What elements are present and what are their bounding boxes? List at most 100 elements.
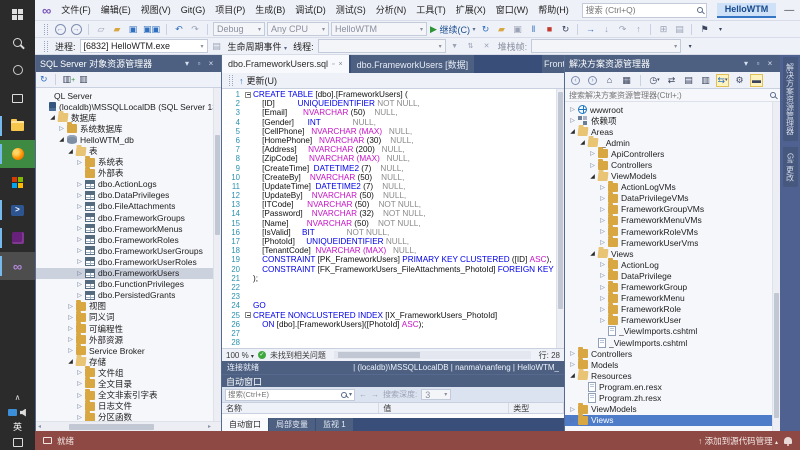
tree-item[interactable]: 外部表 bbox=[36, 168, 213, 179]
continue-button[interactable]: ▶ 继续(C) ▾ bbox=[429, 22, 476, 37]
menu-分析N[interactable]: 分析(N) bbox=[371, 0, 412, 21]
stop-button[interactable]: ■ bbox=[542, 22, 556, 37]
code-line[interactable]: 13 [ITCode] NVARCHAR (50) NOT NULL, bbox=[222, 200, 556, 209]
document-tab[interactable]: FrontPa bbox=[542, 55, 564, 73]
tree-item[interactable]: ▷DataPrivilegeVMs bbox=[565, 193, 772, 204]
restart-button[interactable]: ↻ bbox=[558, 22, 572, 37]
tree-item[interactable]: ▷dbo.PersistedGrants bbox=[36, 290, 213, 301]
expander-closed-icon[interactable]: ▷ bbox=[75, 225, 84, 232]
expander-closed-icon[interactable]: ▷ bbox=[598, 239, 607, 246]
debug-windows-button[interactable]: ▤ bbox=[672, 22, 686, 37]
expander-closed-icon[interactable]: ▷ bbox=[598, 272, 607, 279]
save-all-button[interactable]: ▣▣ bbox=[142, 22, 161, 37]
expander-open-icon[interactable]: ◢ bbox=[588, 173, 597, 180]
task-view-button[interactable] bbox=[0, 84, 35, 112]
show-all-files-icon[interactable]: ▤ bbox=[682, 74, 695, 87]
tree-item[interactable]: ▷DataPrivilege bbox=[565, 270, 772, 281]
stack-frame-dropdown[interactable]: ▾ bbox=[531, 39, 681, 53]
expander-closed-icon[interactable]: ▷ bbox=[57, 125, 66, 132]
process-dropdown[interactable]: [6832] HelloWTM.exe▾ bbox=[80, 39, 208, 53]
step-out-button[interactable]: ↑ bbox=[631, 22, 645, 37]
expander-closed-icon[interactable]: ▷ bbox=[75, 247, 84, 254]
expander-closed-icon[interactable]: ▷ bbox=[75, 192, 84, 199]
tree-item[interactable]: ▷Service Broker bbox=[36, 345, 213, 356]
tray-chevron-button[interactable]: ∧ bbox=[0, 390, 35, 405]
menu-窗口W[interactable]: 窗口(W) bbox=[491, 0, 534, 21]
expander-closed-icon[interactable]: ▷ bbox=[588, 150, 597, 157]
tree-item[interactable]: ◢Views bbox=[565, 248, 772, 259]
auto-hide-tab[interactable]: 解决方案资源管理器 bbox=[783, 57, 798, 141]
auto-hide-tab[interactable]: Git 更改 bbox=[783, 147, 798, 187]
purple-app-button[interactable] bbox=[0, 224, 35, 252]
toolbar-overflow-button[interactable]: ▾ bbox=[713, 22, 727, 37]
start-button[interactable] bbox=[0, 0, 35, 28]
solution-search-input[interactable] bbox=[569, 91, 767, 100]
expander-closed-icon[interactable]: ▷ bbox=[568, 117, 577, 124]
ime-indicator[interactable]: 英 bbox=[0, 420, 35, 435]
tree-item[interactable]: ▷依赖项 bbox=[565, 115, 772, 126]
tree-item[interactable]: ◢表 bbox=[36, 145, 213, 156]
tree-item[interactable]: ◢_Admin bbox=[565, 137, 772, 148]
tree-item[interactable]: ▷dbo.FunctionPrivileges bbox=[36, 279, 213, 290]
expander-closed-icon[interactable]: ▷ bbox=[568, 417, 577, 424]
expander-closed-icon[interactable]: ▷ bbox=[598, 295, 607, 302]
startup-project-dropdown[interactable]: HelloWTM▾ bbox=[331, 22, 427, 36]
sql-tree-vertical-scrollbar[interactable] bbox=[213, 88, 221, 421]
tree-item[interactable]: ▷dbo.ActionLogs bbox=[36, 179, 213, 190]
tree-item[interactable]: ◢Resources bbox=[565, 370, 772, 381]
sql-tree-horizontal-scrollbar[interactable]: ◂▸ bbox=[36, 421, 221, 431]
zoom-level-dropdown[interactable]: 100 % ▾ bbox=[226, 351, 254, 360]
quick-search-input[interactable] bbox=[586, 5, 697, 15]
menu-文件F[interactable]: 文件(F) bbox=[56, 0, 96, 21]
sync-with-active-document-toggle[interactable]: ⇆▾ bbox=[716, 74, 729, 87]
expander-closed-icon[interactable]: ▷ bbox=[75, 369, 84, 376]
tree-item[interactable]: ▷Models bbox=[565, 359, 772, 370]
screenshot-button[interactable]: ▣ bbox=[510, 22, 524, 37]
tree-item[interactable]: ▷dbo.FrameworkUsers bbox=[36, 268, 213, 279]
expander-open-icon[interactable]: ◢ bbox=[66, 148, 75, 155]
tree-item[interactable]: ▷dbo.FrameworkMenus bbox=[36, 223, 213, 234]
expander-closed-icon[interactable]: ▷ bbox=[588, 162, 597, 169]
tree-item[interactable]: ▷系统数据库 bbox=[36, 123, 213, 134]
menu-编辑E[interactable]: 编辑(E) bbox=[96, 0, 136, 21]
tree-item[interactable]: ▷Controllers bbox=[565, 348, 772, 359]
tree-item[interactable]: ▷FrameworkRoleVMs bbox=[565, 226, 772, 237]
document-tab[interactable]: dbo.FrameworkUsers.sql▫× bbox=[222, 55, 349, 73]
tree-item[interactable]: ▷FrameworkUser bbox=[565, 315, 772, 326]
tree-item[interactable]: ▷全文目录 bbox=[36, 378, 213, 389]
properties-icon[interactable]: ⚙ bbox=[733, 74, 746, 87]
thread-dropdown[interactable]: ▾ bbox=[318, 39, 446, 53]
code-line[interactable]: 17 [PhotoId] UNIQUEIDENTIFIER NULL, bbox=[222, 237, 556, 246]
tree-item[interactable]: ▷全文非索引字表 bbox=[36, 390, 213, 401]
code-line[interactable]: 26 ON [dbo].[FrameworkUsers]([PhotoId] A… bbox=[222, 320, 556, 329]
expander-closed-icon[interactable]: ▷ bbox=[75, 181, 84, 188]
menu-视图V[interactable]: 视图(V) bbox=[136, 0, 176, 21]
file-explorer-button[interactable] bbox=[0, 112, 35, 140]
sync-namespaces-icon[interactable]: ⇄ bbox=[665, 74, 678, 87]
tree-item[interactable]: ▷FrameworkGroupVMs bbox=[565, 204, 772, 215]
pause-button[interactable]: ‖ bbox=[526, 22, 540, 37]
autos-search-input[interactable] bbox=[228, 390, 339, 399]
refresh-icon[interactable]: ↻ bbox=[40, 74, 48, 85]
tree-item[interactable]: ▷Views bbox=[565, 415, 772, 426]
code-line[interactable]: 6 [HomePhone] NVARCHAR (30) NULL, bbox=[222, 136, 556, 145]
expander-closed-icon[interactable]: ▷ bbox=[75, 392, 84, 399]
toolbar-grip[interactable] bbox=[44, 24, 48, 35]
minimize-button[interactable]: — bbox=[776, 0, 800, 20]
code-line[interactable]: 20 CONSTRAINT [FK_FrameworkUsers_FileAtt… bbox=[222, 265, 556, 274]
code-line[interactable]: 3 [Email] NVARCHAR (50) NULL, bbox=[222, 108, 556, 117]
toolbar-grip[interactable] bbox=[44, 41, 48, 52]
tree-item[interactable]: ◢存储 bbox=[36, 356, 213, 367]
expander-closed-icon[interactable]: ▷ bbox=[66, 314, 75, 321]
tree-item[interactable]: ▷分区函数 bbox=[36, 412, 213, 421]
autos-search-box[interactable]: ▾ bbox=[225, 389, 355, 401]
expander-closed-icon[interactable]: ▷ bbox=[75, 159, 84, 166]
code-line[interactable]: 16 [IsValid] BIT NOT NULL, bbox=[222, 228, 556, 237]
column-header-value[interactable]: 值 bbox=[379, 403, 509, 413]
code-line[interactable]: 7 [Address] NVARCHAR (200) NULL, bbox=[222, 145, 556, 154]
editor-vertical-scrollbar[interactable] bbox=[556, 89, 564, 348]
search-depth-dropdown[interactable]: 3▾ bbox=[421, 389, 451, 400]
collapse-box-icon[interactable] bbox=[245, 92, 251, 98]
expander-closed-icon[interactable]: ▷ bbox=[568, 361, 577, 368]
code-line[interactable]: 10 [CreateBy] NVARCHAR (50) NULL, bbox=[222, 173, 556, 182]
